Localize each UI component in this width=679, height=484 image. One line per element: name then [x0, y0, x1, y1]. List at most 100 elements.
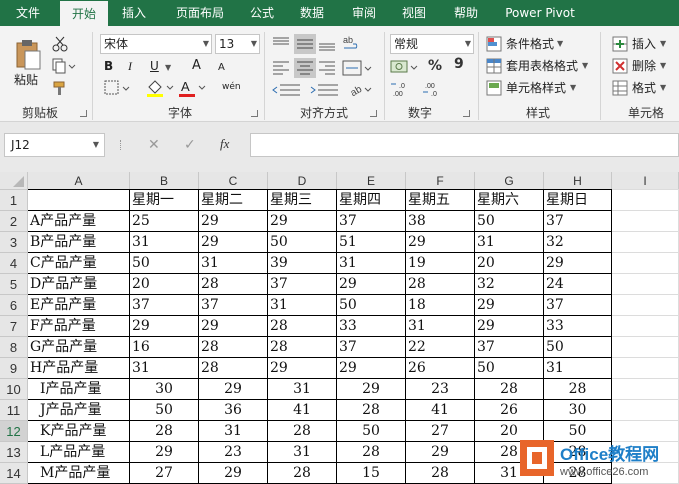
cell-a10[interactable]: I产品产量	[28, 379, 129, 400]
cell-d6[interactable]: 31	[268, 295, 336, 316]
percent-style-button[interactable]: %	[428, 58, 442, 74]
format-as-table-icon[interactable]	[486, 58, 502, 74]
font-size-select[interactable]: 13 ▼	[215, 34, 260, 54]
cell-e7[interactable]: 33	[337, 316, 405, 337]
column-header-h[interactable]: H	[544, 172, 612, 190]
cell-d7[interactable]: 28	[268, 316, 336, 337]
tab-help[interactable]: 帮助	[446, 0, 486, 26]
cell-c13[interactable]: 23	[199, 442, 267, 463]
cancel-button[interactable]: ✕	[148, 137, 160, 153]
tab-formulas[interactable]: 公式	[242, 0, 282, 26]
tab-page-layout[interactable]: 页面布局	[168, 0, 232, 26]
cell-f11[interactable]: 41	[406, 400, 474, 421]
accounting-format-icon[interactable]	[390, 58, 420, 76]
number-format-select[interactable]: 常规 ▼	[390, 34, 474, 54]
cut-icon[interactable]	[52, 36, 68, 52]
column-header-i[interactable]: I	[612, 172, 679, 190]
grow-font-button[interactable]: A	[192, 58, 201, 74]
cell-b6[interactable]: 37	[130, 295, 198, 316]
cell-styles-button[interactable]: 单元格样式	[506, 80, 566, 96]
cell-g10[interactable]: 28	[475, 379, 543, 400]
orientation-icon[interactable]: ab	[348, 80, 372, 98]
cell-c4[interactable]: 31	[199, 253, 267, 274]
conditional-format-button[interactable]: 条件格式	[506, 36, 554, 52]
align-left-icon[interactable]	[272, 60, 290, 76]
cell-d12[interactable]: 28	[268, 421, 336, 442]
format-as-table-dropdown-icon[interactable]: ▼	[582, 58, 588, 74]
cell-a12[interactable]: K产品产量	[28, 421, 129, 442]
cell-d14[interactable]: 28	[268, 463, 336, 484]
cell-h3[interactable]: 32	[544, 232, 611, 253]
border-icon[interactable]	[104, 80, 130, 96]
cell-b1[interactable]: 星期一	[130, 190, 198, 211]
cell-g5[interactable]: 32	[475, 274, 543, 295]
cell-a3[interactable]: B产品产量	[28, 232, 129, 253]
delete-cells-button[interactable]: 删除	[632, 58, 656, 74]
insert-cells-dropdown-icon[interactable]: ▼	[660, 36, 666, 52]
cell-c11[interactable]: 36	[199, 400, 267, 421]
cell-d9[interactable]: 29	[268, 358, 336, 379]
cell-a5[interactable]: D产品产量	[28, 274, 129, 295]
cell-d10[interactable]: 31	[268, 379, 336, 400]
cell-c5[interactable]: 28	[199, 274, 267, 295]
format-cells-icon[interactable]	[612, 80, 628, 96]
cell-f6[interactable]: 18	[406, 295, 474, 316]
cell-h5[interactable]: 24	[544, 274, 611, 295]
decrease-decimal-icon[interactable]: .00.0	[422, 80, 450, 98]
cell-e5[interactable]: 29	[337, 274, 405, 295]
cell-d11[interactable]: 41	[268, 400, 336, 421]
row-header-10[interactable]: 10	[0, 379, 28, 400]
row-header-1[interactable]: 1	[0, 190, 28, 211]
format-cells-button[interactable]: 格式	[632, 80, 656, 96]
clipboard-launcher-icon[interactable]	[80, 110, 87, 117]
cell-b12[interactable]: 28	[130, 421, 198, 442]
enter-button[interactable]: ✓	[184, 137, 196, 153]
delete-cells-dropdown-icon[interactable]: ▼	[660, 58, 666, 74]
cell-a8[interactable]: G产品产量	[28, 337, 129, 358]
cell-f4[interactable]: 19	[406, 253, 474, 274]
underline-button[interactable]: U	[150, 58, 159, 74]
cell-e1[interactable]: 星期四	[337, 190, 405, 211]
cell-f12[interactable]: 27	[406, 421, 474, 442]
cell-e12[interactable]: 50	[337, 421, 405, 442]
row-header-14[interactable]: 14	[0, 463, 28, 484]
cell-d5[interactable]: 37	[268, 274, 336, 295]
cell-h1[interactable]: 星期日	[544, 190, 611, 211]
cell-g2[interactable]: 50	[475, 211, 543, 232]
tab-review[interactable]: 审阅	[344, 0, 384, 26]
tab-power-pivot[interactable]: Power Pivot	[498, 0, 582, 26]
shrink-font-button[interactable]: A	[218, 60, 225, 76]
cell-c6[interactable]: 37	[199, 295, 267, 316]
cell-c8[interactable]: 28	[199, 337, 267, 358]
cell-a9[interactable]: H产品产量	[28, 358, 129, 379]
alignment-launcher-icon[interactable]	[370, 110, 377, 117]
tab-data[interactable]: 数据	[292, 0, 332, 26]
cell-g8[interactable]: 37	[475, 337, 543, 358]
cell-a6[interactable]: E产品产量	[28, 295, 129, 316]
cell-f9[interactable]: 26	[406, 358, 474, 379]
cell-g4[interactable]: 20	[475, 253, 543, 274]
cell-c7[interactable]: 29	[199, 316, 267, 337]
phonetic-button[interactable]: wén	[222, 79, 241, 95]
cell-a13[interactable]: L产品产量	[28, 442, 129, 463]
formula-input[interactable]	[250, 133, 679, 157]
name-box-dropdown-icon[interactable]: ▼	[93, 134, 99, 156]
cell-b13[interactable]: 29	[130, 442, 198, 463]
cell-h8[interactable]: 50	[544, 337, 611, 358]
cell-c3[interactable]: 29	[199, 232, 267, 253]
row-header-3[interactable]: 3	[0, 232, 28, 253]
cell-a11[interactable]: J产品产量	[28, 400, 129, 421]
cell-b5[interactable]: 20	[130, 274, 198, 295]
align-bottom-icon[interactable]	[318, 36, 336, 52]
cell-b14[interactable]: 27	[130, 463, 198, 484]
cell-e13[interactable]: 28	[337, 442, 405, 463]
comma-style-button[interactable]: 9	[454, 56, 464, 72]
cell-d2[interactable]: 29	[268, 211, 336, 232]
cell-a7[interactable]: F产品产量	[28, 316, 129, 337]
cell-f13[interactable]: 29	[406, 442, 474, 463]
format-as-table-button[interactable]: 套用表格格式	[506, 58, 578, 74]
row-header-12[interactable]: 12	[0, 421, 28, 442]
cell-c12[interactable]: 31	[199, 421, 267, 442]
cell-d8[interactable]: 28	[268, 337, 336, 358]
align-center-icon[interactable]	[294, 58, 316, 78]
